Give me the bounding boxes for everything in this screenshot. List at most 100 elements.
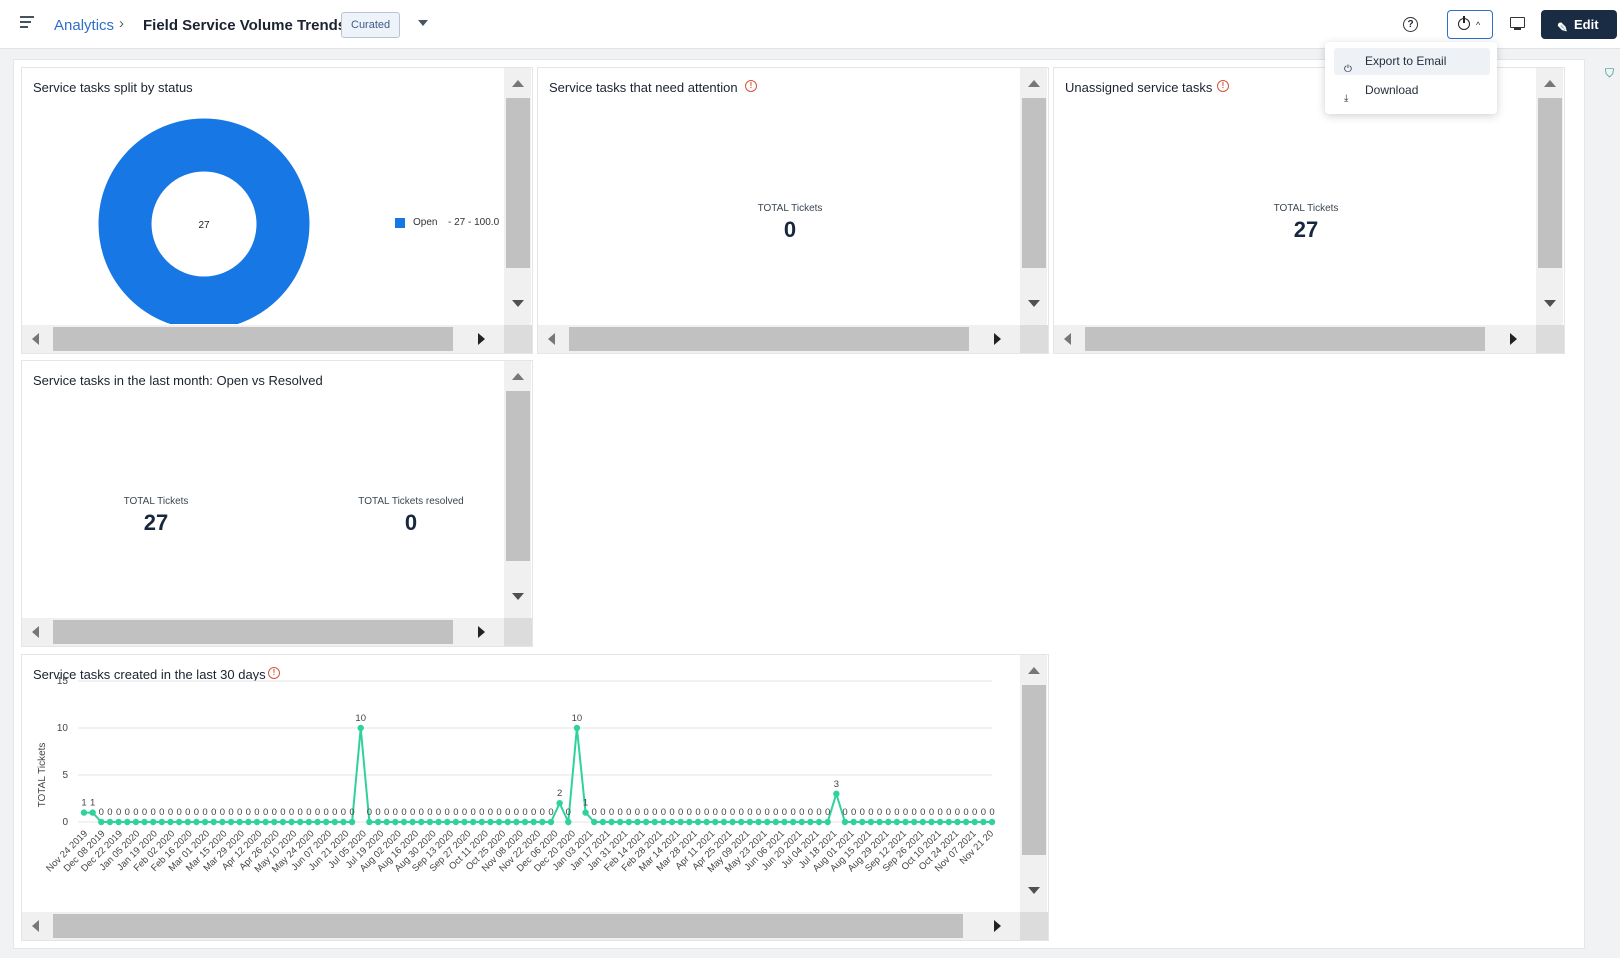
chevron-down-icon[interactable]	[418, 20, 428, 26]
data-point[interactable]	[850, 818, 857, 826]
data-point[interactable]	[521, 818, 529, 826]
scroll-up-arrow[interactable]	[1028, 667, 1040, 674]
data-point[interactable]	[167, 818, 174, 826]
data-point[interactable]	[115, 818, 122, 826]
data-point[interactable]	[444, 818, 451, 826]
monitor-icon[interactable]	[1510, 17, 1525, 30]
data-point[interactable]	[383, 818, 390, 826]
scroll-thumb[interactable]	[1022, 685, 1046, 855]
data-point[interactable]	[478, 818, 485, 826]
data-point[interactable]	[729, 818, 736, 826]
data-point[interactable]	[513, 818, 520, 826]
data-point[interactable]	[608, 818, 615, 826]
data-point[interactable]	[781, 818, 788, 826]
vertical-scrollbar[interactable]	[504, 361, 531, 618]
breadcrumb-analytics[interactable]: Analytics	[54, 17, 114, 34]
horizontal-scrollbar[interactable]	[22, 912, 1020, 940]
menu-item-download[interactable]: ⤓ Download	[1334, 77, 1490, 104]
data-point[interactable]	[660, 818, 667, 826]
scroll-thumb[interactable]	[1538, 98, 1562, 268]
vertical-scrollbar[interactable]	[1020, 68, 1047, 325]
data-point[interactable]	[954, 818, 961, 826]
scroll-up-arrow[interactable]	[1544, 80, 1556, 87]
scroll-left-arrow[interactable]	[1064, 333, 1071, 345]
vertical-scrollbar[interactable]	[1020, 655, 1047, 912]
data-point[interactable]	[919, 818, 927, 826]
data-point[interactable]	[530, 818, 537, 826]
data-point[interactable]	[219, 818, 226, 826]
filter-icon[interactable]: ⛉	[1605, 66, 1614, 81]
data-point[interactable]	[651, 818, 658, 826]
data-point[interactable]	[400, 818, 408, 826]
data-point[interactable]	[936, 818, 944, 826]
help-icon[interactable]: ?	[1403, 17, 1418, 32]
data-point[interactable]	[322, 818, 330, 826]
scroll-down-arrow[interactable]	[1028, 887, 1040, 894]
data-point[interactable]	[668, 818, 676, 826]
scroll-thumb[interactable]	[1085, 327, 1485, 351]
data-point[interactable]	[452, 818, 460, 826]
data-point[interactable]	[980, 818, 987, 826]
edit-button[interactable]: ✎ Edit	[1541, 10, 1617, 39]
data-point[interactable]	[928, 818, 935, 826]
scroll-left-arrow[interactable]	[32, 626, 39, 638]
scroll-thumb[interactable]	[53, 327, 453, 351]
vertical-scrollbar[interactable]	[504, 68, 531, 325]
scroll-right-arrow[interactable]	[1510, 333, 1517, 345]
data-point[interactable]	[271, 818, 278, 826]
horizontal-scrollbar[interactable]	[1054, 325, 1536, 353]
data-point[interactable]	[132, 818, 140, 826]
data-point[interactable]	[945, 818, 952, 826]
scroll-thumb[interactable]	[53, 914, 963, 938]
warning-icon[interactable]: !	[1217, 80, 1229, 92]
data-point[interactable]	[141, 818, 148, 826]
scroll-thumb[interactable]	[506, 391, 530, 561]
scroll-down-arrow[interactable]	[1544, 300, 1556, 307]
data-point[interactable]	[582, 809, 589, 816]
data-point[interactable]	[98, 818, 105, 826]
data-point[interactable]	[158, 818, 166, 826]
scroll-left-arrow[interactable]	[32, 333, 39, 345]
scroll-right-arrow[interactable]	[478, 626, 485, 638]
horizontal-scrollbar[interactable]	[538, 325, 1020, 353]
data-point[interactable]	[175, 818, 183, 826]
data-point[interactable]	[867, 818, 875, 826]
data-point[interactable]	[348, 818, 356, 826]
horizontal-scrollbar[interactable]	[22, 325, 504, 353]
data-point[interactable]	[876, 818, 883, 826]
data-point[interactable]	[841, 818, 849, 826]
scroll-right-arrow[interactable]	[994, 333, 1001, 345]
data-point[interactable]	[201, 818, 209, 826]
scroll-thumb[interactable]	[506, 98, 530, 268]
data-point[interactable]	[253, 818, 261, 826]
data-point[interactable]	[539, 818, 546, 826]
data-point[interactable]	[910, 818, 918, 826]
data-point[interactable]	[184, 818, 191, 826]
menu-item-export-email[interactable]: ⏻ Export to Email	[1334, 48, 1490, 75]
data-point[interactable]	[591, 818, 598, 826]
data-point[interactable]	[461, 818, 468, 826]
data-point[interactable]	[426, 818, 434, 826]
data-point[interactable]	[712, 818, 719, 826]
data-point[interactable]	[885, 818, 892, 826]
data-point[interactable]	[815, 818, 823, 826]
data-point[interactable]	[720, 818, 728, 826]
data-point[interactable]	[262, 818, 269, 826]
data-point[interactable]	[245, 818, 252, 826]
data-point[interactable]	[409, 818, 416, 826]
data-point[interactable]	[556, 800, 563, 807]
scroll-thumb[interactable]	[53, 620, 453, 644]
scroll-up-arrow[interactable]	[512, 80, 524, 87]
data-point[interactable]	[962, 818, 970, 826]
data-point[interactable]	[798, 818, 805, 826]
data-point[interactable]	[366, 818, 373, 826]
warning-icon[interactable]: !	[745, 80, 757, 92]
data-point[interactable]	[616, 818, 624, 826]
data-point[interactable]	[374, 818, 382, 826]
data-point[interactable]	[772, 818, 780, 826]
data-point[interactable]	[625, 818, 632, 826]
data-point[interactable]	[331, 818, 338, 826]
data-point[interactable]	[789, 818, 797, 826]
data-point[interactable]	[487, 818, 494, 826]
scroll-down-arrow[interactable]	[512, 593, 524, 600]
